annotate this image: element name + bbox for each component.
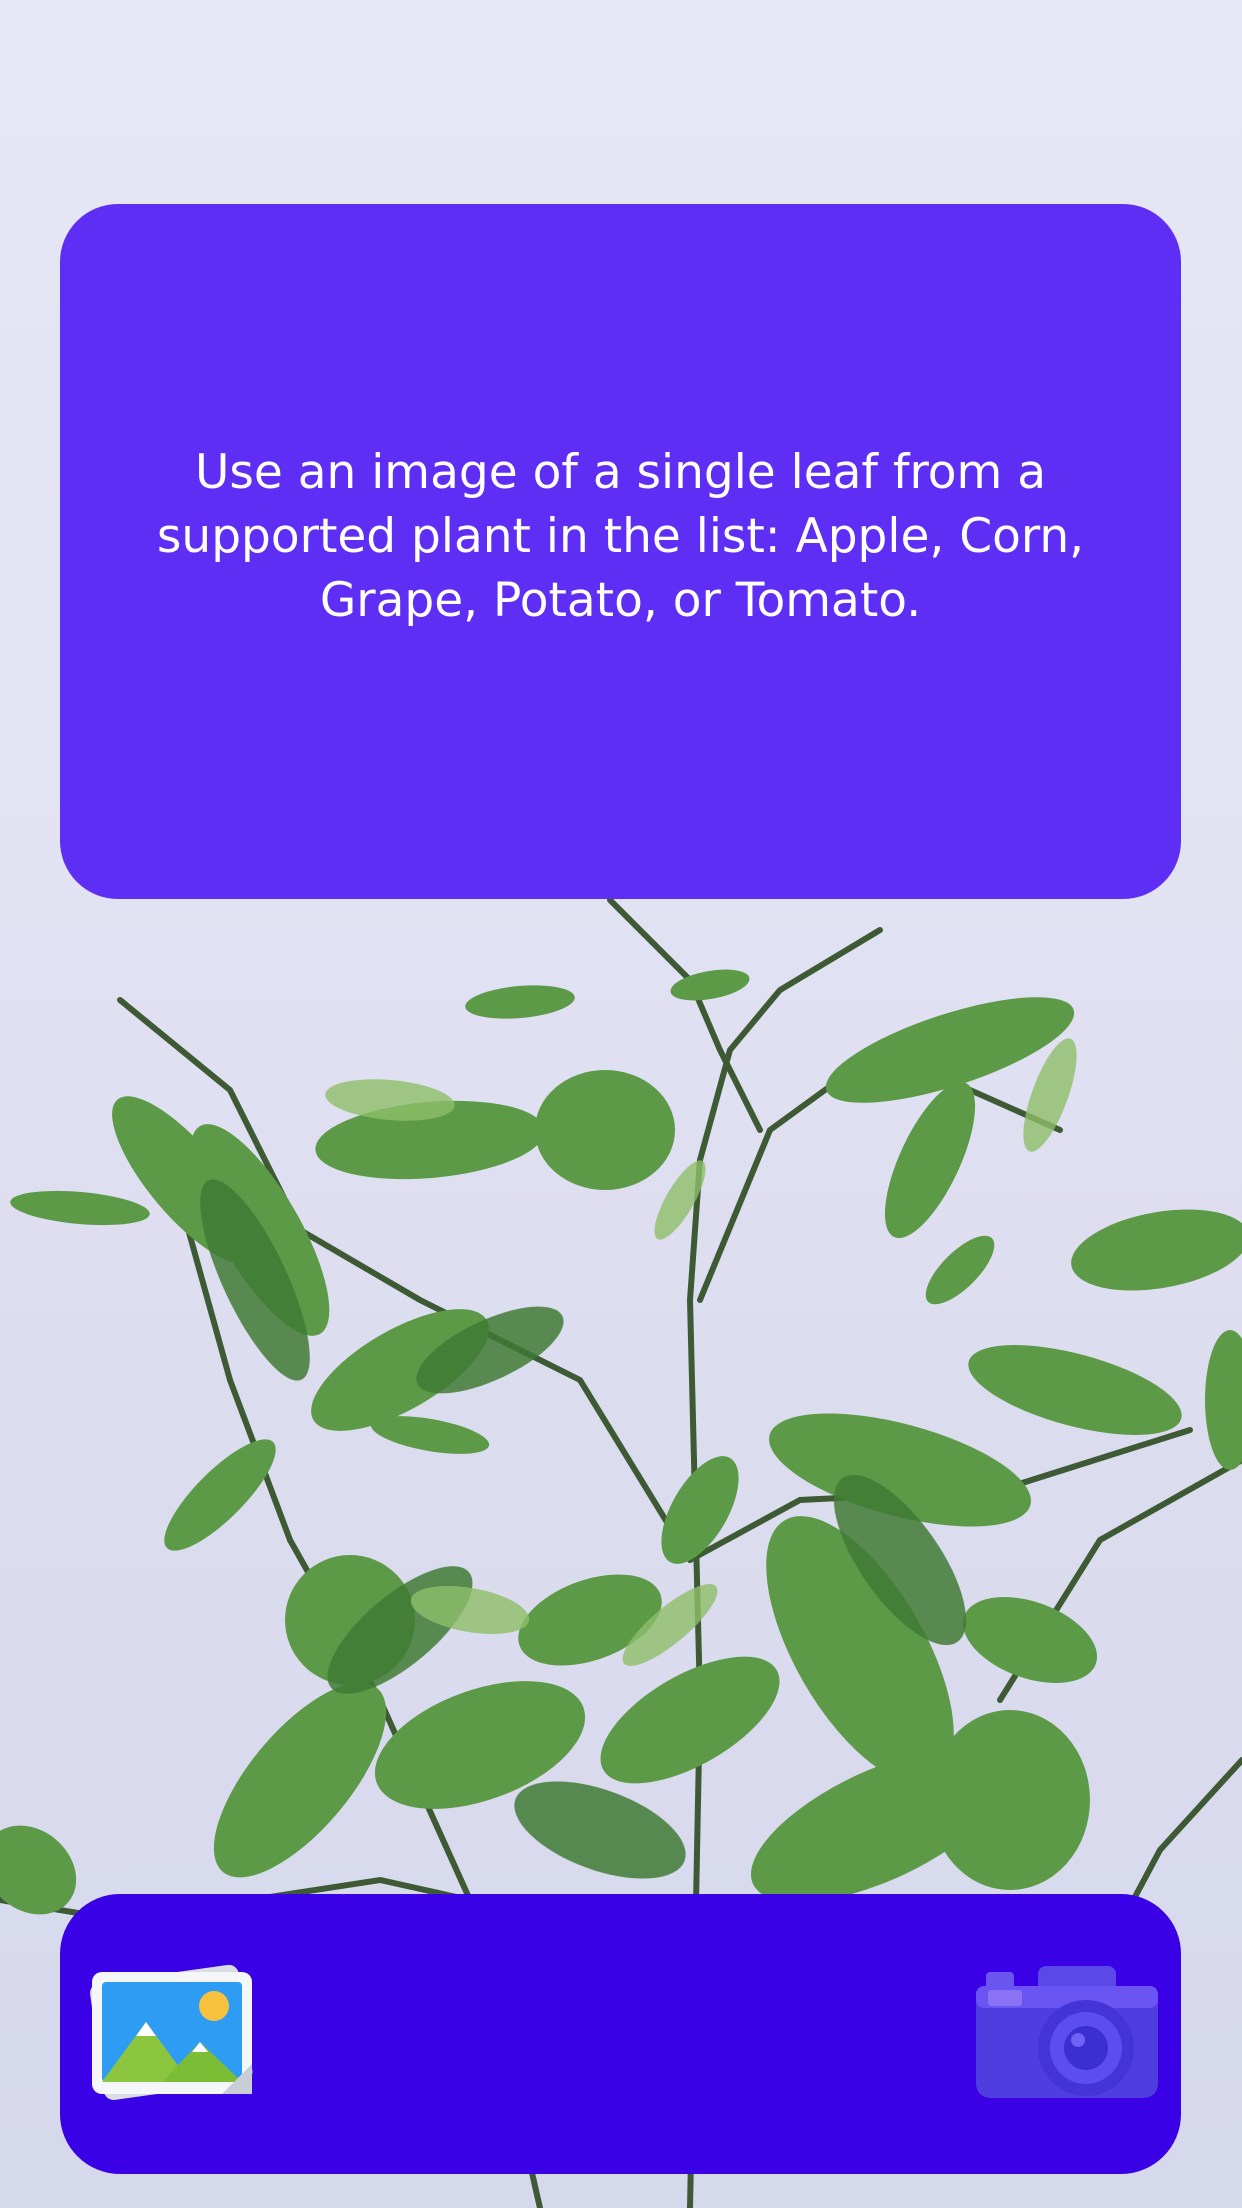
instruction-card: Use an image of a single leaf from a sup… [60, 204, 1181, 899]
instruction-text: Use an image of a single leaf from a sup… [156, 444, 1085, 628]
image-source-bar [60, 1894, 1181, 2174]
camera-icon [976, 1966, 1158, 2098]
photo-gallery-icon [90, 1964, 253, 2100]
camera-button[interactable] [974, 1964, 1164, 2104]
photo-gallery-button[interactable] [82, 1956, 262, 2106]
